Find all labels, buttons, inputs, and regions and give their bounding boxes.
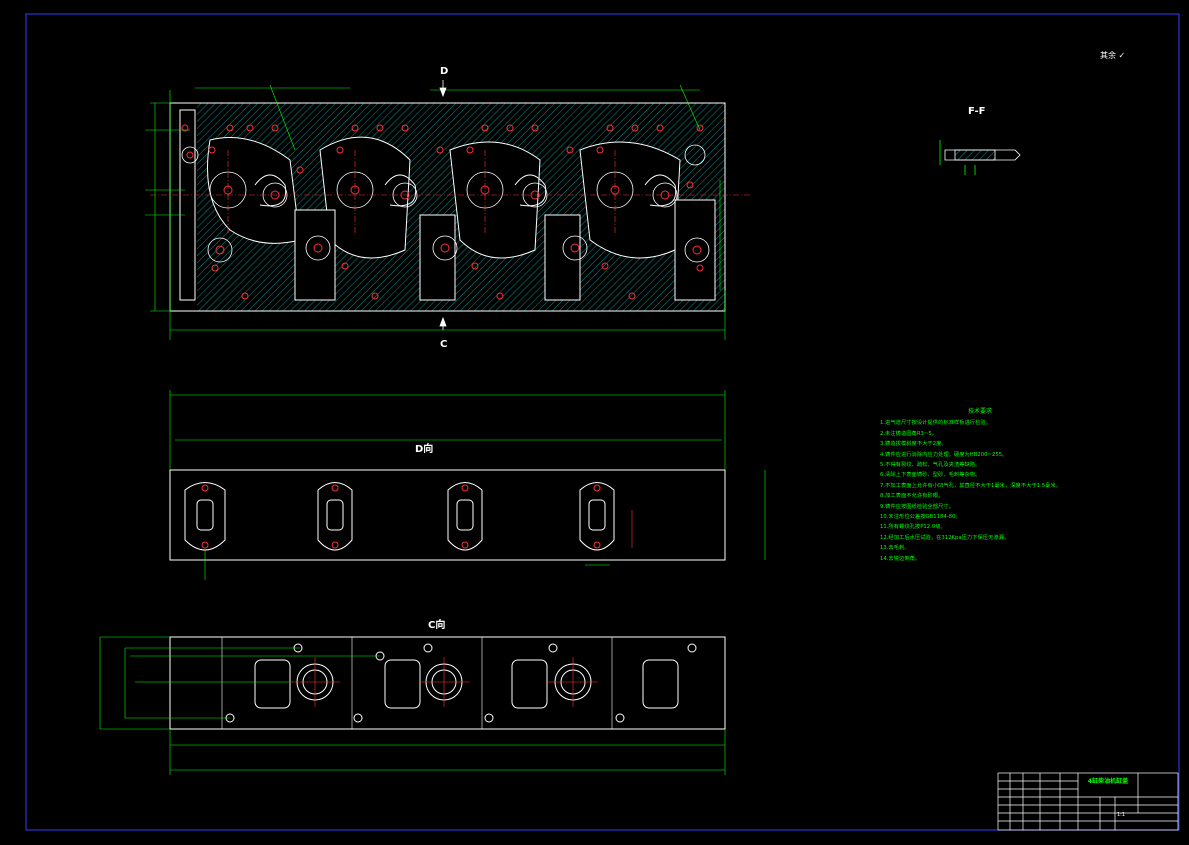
tech-note: 6.清除上下表面铸砂、型砂、毛刺等杂物。 — [880, 472, 981, 479]
tech-note: 2.未注铸造圆角R3~5。 — [880, 430, 937, 437]
view-c-marker: C — [440, 339, 448, 350]
drawing-canvas: D C F-F D向 C向 其余 ✓ 技术要求 1.进气道尺寸按设计提供的标准样… — [0, 0, 1189, 841]
title-block-name: 4缸柴油机缸盖 — [1087, 778, 1129, 785]
view-c-title: C向 — [428, 620, 446, 631]
tech-note: 13.去毛刺。 — [880, 545, 910, 552]
section-view — [145, 80, 750, 340]
tech-note: 14.去锐边倒角。 — [880, 555, 921, 562]
section-ff-detail — [939, 140, 1021, 175]
view-d-title: D向 — [415, 444, 434, 455]
view-c — [99, 636, 726, 775]
technical-requirements: 技术要求 1.进气道尺寸按设计提供的标准样板进行检验。 2.未注铸造圆角R3~5。… — [880, 407, 1080, 564]
tech-note: 5.不得有裂纹、疏松、气孔及夹渣等缺陷。 — [880, 462, 981, 469]
tech-note: 10.未注形位公差按GB1184-80。 — [880, 514, 961, 521]
view-d — [169, 390, 766, 580]
tech-note: 12.经加工后水压试验，在312Kpa压力下保压无渗漏。 — [880, 534, 1010, 541]
section-ff-label: F-F — [968, 106, 986, 117]
tech-note: 4.铸件应进行消除内应力处理，硬度为HB200~255。 — [880, 451, 1008, 458]
tech-note: 9.铸件应按图纸检验全部尺寸。 — [880, 503, 954, 510]
roughness-note: 其余 ✓ — [1100, 51, 1126, 60]
tech-note: 11.所有螺纹孔按P12.0级。 — [880, 524, 946, 531]
tech-notes-list: 1.进气道尺寸按设计提供的标准样板进行检验。 2.未注铸造圆角R3~5。 3.铸造拔… — [880, 418, 1080, 564]
tech-note: 1.进气道尺寸按设计提供的标准样板进行检验。 — [880, 420, 991, 427]
tech-note: 3.铸造拔模斜度不大于2度。 — [880, 441, 947, 448]
tech-note: 7.不加工表面上允许有小凹气孔，其直径不大于1毫米，深度不大于1.5毫米。 — [880, 482, 1062, 489]
title-block-scale: 1:1 — [1117, 812, 1126, 818]
tech-note: 8.加工表面不允许有砂眼。 — [880, 493, 944, 500]
view-d-marker: D — [440, 66, 449, 77]
tech-title: 技术要求 — [967, 408, 992, 415]
